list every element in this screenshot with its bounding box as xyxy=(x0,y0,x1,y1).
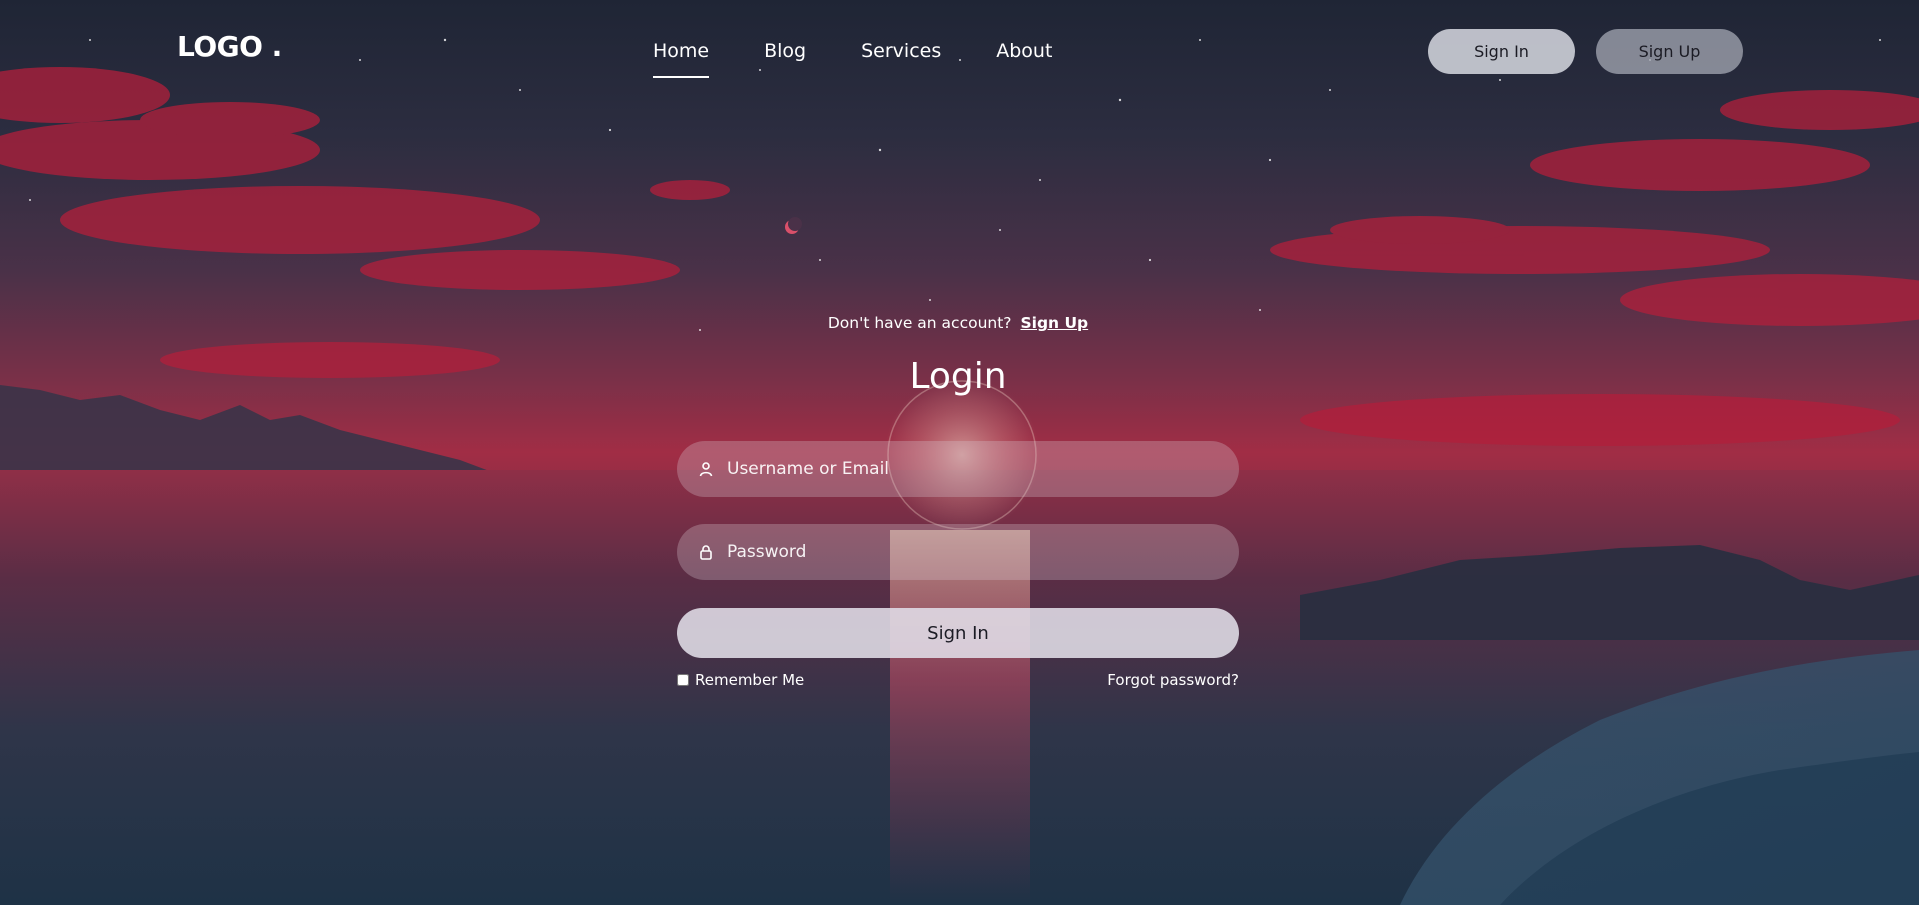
nav-link-blog[interactable]: Blog xyxy=(764,38,806,78)
sun-reflection xyxy=(890,530,1030,905)
lock-icon xyxy=(697,543,715,561)
nav-link-home[interactable]: Home xyxy=(653,38,710,78)
header-sign-up-button[interactable]: Sign Up xyxy=(1596,29,1743,74)
remember-me-label: Remember Me xyxy=(695,671,805,689)
nav-link-about[interactable]: About xyxy=(996,38,1052,78)
nav-link-services[interactable]: Services xyxy=(861,38,941,78)
account-prompt-line: Don't have an account? Sign Up xyxy=(677,314,1239,332)
sign-up-link[interactable]: Sign Up xyxy=(1020,314,1088,332)
header-sign-in-button[interactable]: Sign In xyxy=(1428,29,1575,74)
user-icon xyxy=(697,460,715,478)
account-prompt-text: Don't have an account? xyxy=(827,314,1012,332)
forgot-password-link[interactable]: Forgot password? xyxy=(1107,671,1239,689)
remember-me[interactable]: Remember Me xyxy=(677,671,804,689)
sign-in-button[interactable]: Sign In xyxy=(677,608,1239,658)
logo[interactable]: LOGO . xyxy=(177,30,282,63)
main-nav: Home Blog Services About xyxy=(653,38,1107,78)
login-title: Login xyxy=(909,356,1007,397)
remember-me-checkbox[interactable] xyxy=(677,674,689,686)
password-field[interactable] xyxy=(677,524,1239,580)
username-field[interactable] xyxy=(677,441,1239,497)
password-input[interactable] xyxy=(727,524,1239,580)
username-input[interactable] xyxy=(727,441,1239,497)
login-page: LOGO . Home Blog Services About Sign In … xyxy=(0,0,1919,905)
